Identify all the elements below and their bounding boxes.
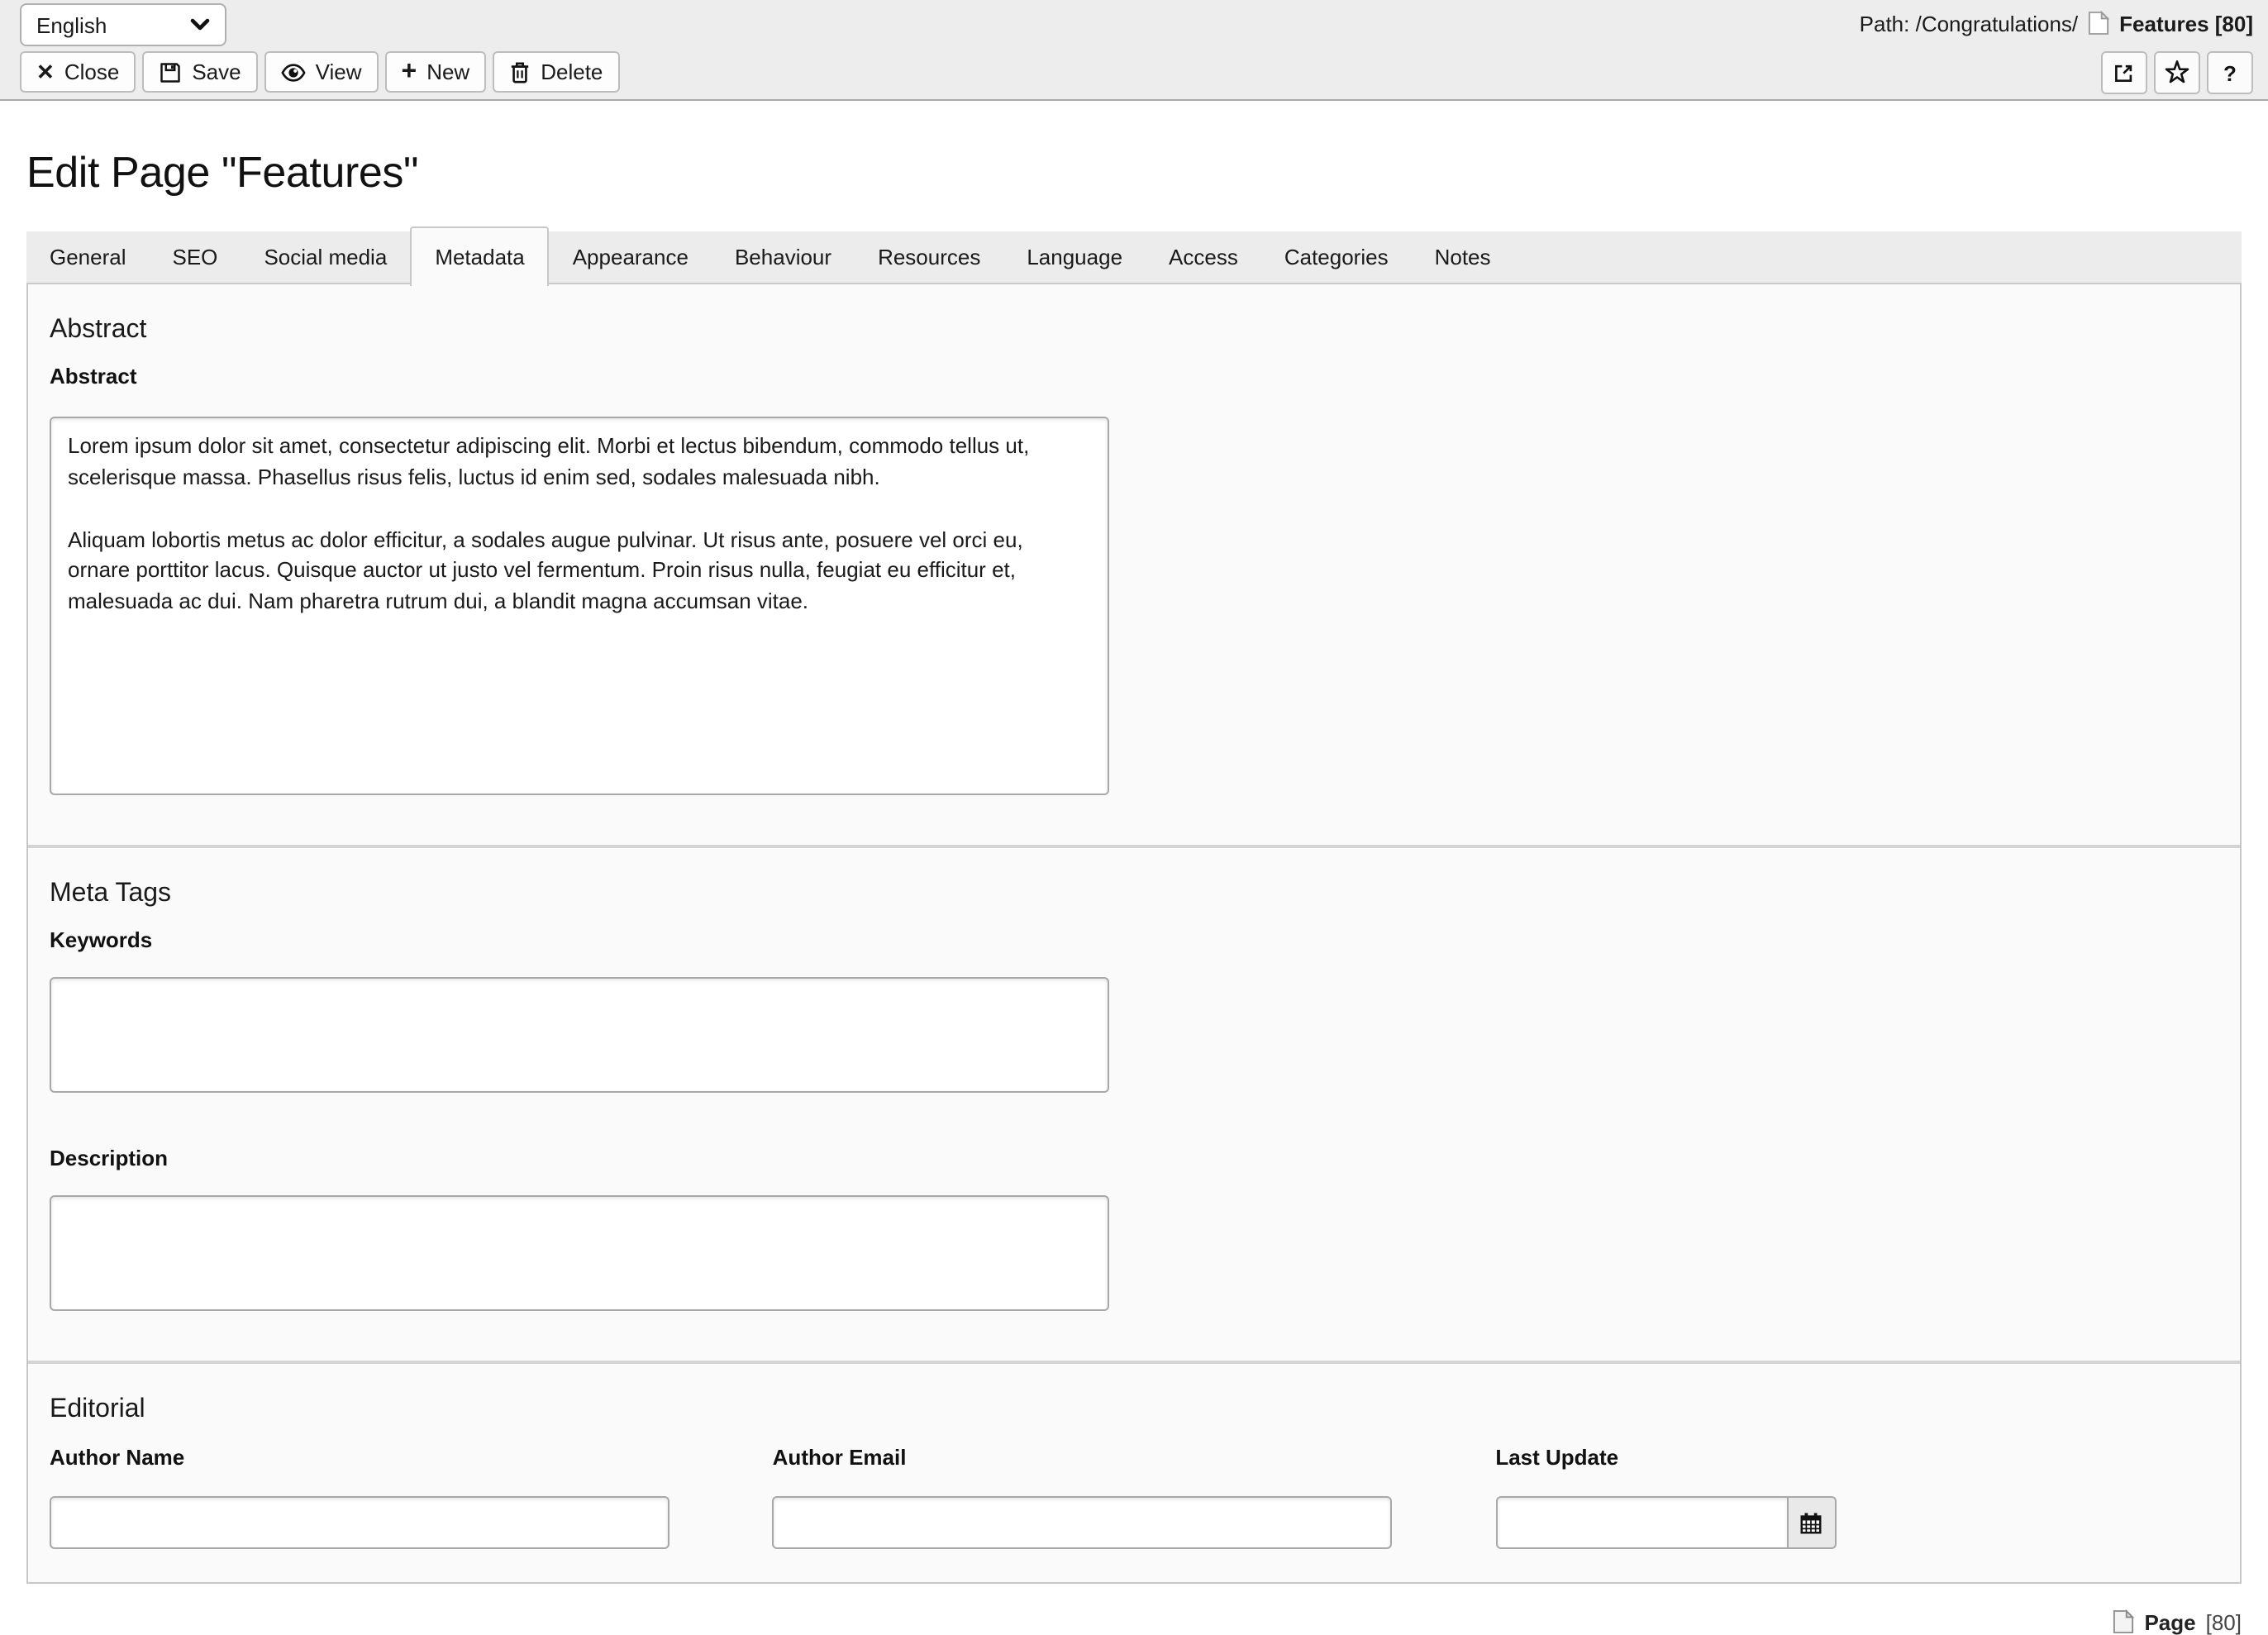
author-name-input[interactable] (50, 1496, 669, 1549)
open-in-new-window-button[interactable] (2101, 51, 2147, 94)
path-label: Path: /Congratulations/ (1859, 11, 2079, 36)
new-button-label: New (426, 60, 470, 84)
close-icon: ✕ (36, 60, 55, 84)
editorial-section-heading: Editorial (50, 1395, 145, 1423)
tab-seo[interactable]: SEO (150, 231, 241, 283)
author-name-field-group: Author Name (50, 1445, 773, 1549)
author-email-label: Author Email (772, 1445, 907, 1470)
abstract-section: Abstract Abstract Lorem ipsum dolor sit … (28, 284, 2240, 845)
page-doc-icon (2088, 10, 2110, 36)
save-button-label: Save (192, 60, 241, 84)
external-link-icon (2113, 61, 2136, 84)
record-path: Path: /Congratulations/ Features [80] (1860, 10, 2253, 36)
tab-metadata[interactable]: Metadata (410, 226, 550, 286)
tab-appearance[interactable]: Appearance (550, 231, 712, 283)
help-button[interactable]: ? (2207, 51, 2253, 94)
tab-resources[interactable]: Resources (855, 231, 1003, 283)
record-footer: Page [80] (26, 1609, 2242, 1635)
tab-behaviour[interactable]: Behaviour (712, 231, 855, 283)
view-button[interactable]: View (264, 51, 379, 93)
save-icon (159, 60, 182, 83)
language-select[interactable]: English (20, 3, 226, 46)
meta-tags-section-heading: Meta Tags (50, 879, 172, 908)
calendar-icon (1799, 1510, 1823, 1535)
delete-button[interactable]: Delete (493, 51, 620, 93)
tab-categories[interactable]: Categories (1261, 231, 1412, 283)
author-email-field-group: Author Email (772, 1445, 1496, 1549)
last-update-input-group (1495, 1496, 2218, 1549)
bookmark-button[interactable] (2154, 51, 2200, 94)
abstract-section-heading: Abstract (50, 316, 147, 344)
description-textarea[interactable] (50, 1195, 1109, 1311)
view-eye-icon (280, 62, 306, 82)
star-icon (2164, 60, 2190, 86)
tab-language[interactable]: Language (1003, 231, 1146, 283)
toolbar: ✕ Close Save View + New Delete (20, 51, 620, 93)
help-icon: ? (2223, 60, 2237, 85)
last-update-field-group: Last Update (1495, 1445, 2218, 1549)
page-title: Edit Page "Features" (26, 147, 419, 197)
keywords-field-label: Keywords (50, 927, 153, 952)
chevron-down-icon (190, 18, 210, 31)
abstract-textarea[interactable]: Lorem ipsum dolor sit amet, consectetur … (50, 417, 1109, 795)
author-name-label: Author Name (50, 1445, 185, 1470)
doc-header: English ✕ Close Save View + New Delete P… (0, 0, 2268, 101)
tab-social-media[interactable]: Social media (241, 231, 410, 283)
description-field-label: Description (50, 1146, 169, 1170)
page-edit-view: English ✕ Close Save View + New Delete P… (0, 0, 2268, 1634)
delete-button-label: Delete (541, 60, 603, 84)
new-button[interactable]: + New (384, 51, 487, 93)
close-button-label: Close (64, 60, 120, 84)
language-select-value: English (36, 12, 107, 37)
metadata-tab-panel: Abstract Abstract Lorem ipsum dolor sit … (26, 283, 2242, 1584)
editorial-section: Editorial Author Name Author Email Last … (28, 1361, 2240, 1582)
tab-bar: General SEO Social media Metadata Appear… (26, 226, 2242, 286)
last-update-input[interactable] (1495, 1496, 1789, 1549)
tab-notes[interactable]: Notes (1412, 231, 1514, 283)
keywords-textarea[interactable] (50, 977, 1109, 1093)
author-email-input[interactable] (772, 1496, 1393, 1549)
abstract-field-label: Abstract (50, 364, 137, 388)
record-title: Features [80] (2119, 11, 2253, 36)
footer-record-uid: [80] (2205, 1609, 2242, 1634)
save-button[interactable]: Save (142, 51, 258, 93)
footer-record-type: Page (2144, 1609, 2196, 1634)
tab-access[interactable]: Access (1146, 231, 1261, 283)
last-update-label: Last Update (1495, 1445, 1619, 1470)
plus-icon: + (401, 57, 417, 85)
tab-general[interactable]: General (26, 231, 150, 283)
page-doc-icon-footer (2113, 1609, 2135, 1635)
header-icon-buttons: ? (2101, 51, 2253, 94)
meta-tags-section: Meta Tags Keywords Description (28, 845, 2240, 1361)
editorial-fields-row: Author Name Author Email Last Update (50, 1445, 2218, 1549)
close-button[interactable]: ✕ Close (20, 51, 136, 93)
trash-icon (509, 60, 531, 83)
date-picker-button[interactable] (1788, 1496, 1837, 1549)
view-button-label: View (315, 60, 362, 84)
